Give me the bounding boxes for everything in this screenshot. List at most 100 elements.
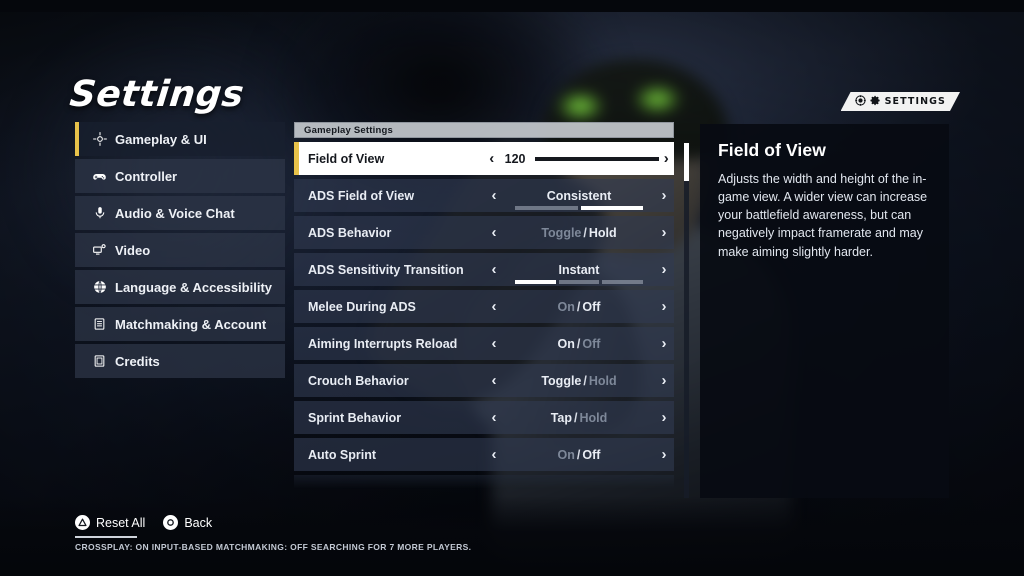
sidebar-item-controller[interactable]: Controller [75,159,285,193]
toggle-option-a[interactable]: Tap [551,411,572,425]
increase-arrow[interactable]: › [654,447,674,462]
decrease-arrow[interactable]: ‹ [484,262,504,277]
list-header: Gameplay Settings [294,122,674,138]
toggle-option-a[interactable]: On [558,300,575,314]
decrease-arrow[interactable]: ‹ [484,373,504,388]
setting-label: Aiming Interrupts Reload [308,336,458,351]
setting-row-ads-behavior[interactable]: ADS Behavior ‹ Toggle / Hold › [294,216,674,249]
description-body: Adjusts the width and height of the in-g… [718,172,928,259]
toggle-separator: / [583,225,587,240]
sidebar-item-label: Controller [115,168,178,184]
sidebar-item-gameplay-ui[interactable]: Gameplay & UI [75,122,285,156]
toggle-option-b[interactable]: Off [582,337,600,351]
bottom-divider [75,536,137,538]
status-line: CROSSPLAY: ON INPUT-BASED MATCHMAKING: O… [75,542,472,552]
increase-arrow[interactable]: › [654,410,674,425]
setting-label: Crouch Behavior [308,373,409,388]
setting-row-ads-sensitivity-transition[interactable]: ADS Sensitivity Transition ‹ Instant › [294,253,674,286]
toggle-option-b[interactable]: Hold [589,374,617,388]
gear-icon [870,93,881,111]
increase-arrow[interactable]: › [659,151,675,166]
sidebar-item-matchmaking-account[interactable]: Matchmaking & Account [75,307,285,341]
setting-value: Toggle / Hold [541,374,616,388]
setting-value-area[interactable]: On / Off [504,290,654,323]
toggle-separator: / [576,299,581,314]
game-logo-icon [855,93,866,111]
sidebar-item-language-accessibility[interactable]: Language & Accessibility [75,270,285,304]
toggle-option-b[interactable]: Hold [589,226,617,240]
segment-indicator [515,206,578,210]
toggle-option-b[interactable]: Off [582,448,600,462]
setting-value-area[interactable]: On / Off [504,327,654,360]
prompt-label: Back [184,515,213,530]
decrease-arrow[interactable]: ‹ [484,299,504,314]
sidebar-item-label: Matchmaking & Account [115,316,267,332]
setting-row-crouch-behavior[interactable]: Crouch Behavior ‹ Toggle / Hold › [294,364,674,397]
setting-value-area[interactable]: On / Off [504,438,654,471]
setting-value-area[interactable]: Toggle / Hold [504,216,654,249]
setting-label: ADS Field of View [308,188,415,203]
segment-indicator [580,206,643,210]
toggle-option-b[interactable]: Off [582,300,600,314]
toggle-option-a[interactable]: On [558,337,575,351]
setting-value: On / Off [558,448,601,462]
toggle-option-a[interactable]: On [558,448,575,462]
setting-row-aiming-interrupts-reload[interactable]: Aiming Interrupts Reload ‹ On / Off › [294,327,674,360]
setting-row-melee-during-ads[interactable]: Melee During ADS ‹ On / Off › [294,290,674,323]
setting-label: Melee During ADS [308,299,416,314]
settings-rows: Field of View ‹ 120 › ADS Field of View ‹ Cons… [294,142,674,504]
increase-arrow[interactable]: › [654,299,674,314]
toggle-separator: / [583,373,587,388]
setting-row-field-of-view[interactable]: Field of View ‹ 120 › [294,142,674,175]
decrease-arrow[interactable]: ‹ [484,410,504,425]
toggle-option-b[interactable]: Hold [580,411,608,425]
increase-arrow[interactable]: › [654,336,674,351]
setting-value-area[interactable]: Consistent [504,179,654,212]
increase-arrow[interactable]: › [654,373,674,388]
scrollbar-track[interactable] [684,143,689,498]
sidebar-item-label: Audio & Voice Chat [115,205,235,221]
triangle-button[interactable] [75,515,90,530]
circle-button[interactable] [163,515,179,530]
toggle-separator: / [574,410,578,425]
globe-icon [91,280,108,294]
prompt-reset-all[interactable]: Reset All [75,515,145,530]
setting-row-partial[interactable] [294,475,674,489]
fov-slider[interactable]: 120 [500,152,659,166]
toggle-option-a[interactable]: Toggle [541,374,581,388]
setting-value-area[interactable]: Instant [504,253,654,286]
page-title: Settings [67,74,247,115]
increase-arrow[interactable]: › [654,225,674,240]
slider-fill [534,156,659,161]
description-panel: Field of View Adjusts the width and heig… [700,124,949,498]
setting-value-area[interactable]: 120 [500,142,659,175]
setting-value: Toggle / Hold [541,226,616,240]
setting-value-area[interactable]: Tap / Hold [504,401,654,434]
setting-row-ads-field-of-view[interactable]: ADS Field of View ‹ Consistent › [294,179,674,212]
slider-track[interactable] [534,156,659,161]
setting-value: On / Off [558,300,601,314]
decrease-arrow[interactable]: ‹ [484,188,504,203]
setting-label: Auto Sprint [308,447,377,462]
increase-arrow[interactable]: › [654,188,674,203]
sidebar-item-audio-voice-chat[interactable]: Audio & Voice Chat [75,196,285,230]
scrollbar-thumb[interactable] [684,143,689,181]
sidebar-item-credits[interactable]: Credits [75,344,285,378]
crosshair-icon [91,132,108,146]
toggle-option-a[interactable]: Toggle [541,226,581,240]
decrease-arrow[interactable]: ‹ [484,447,504,462]
setting-row-sprint-behavior[interactable]: Sprint Behavior ‹ Tap / Hold › [294,401,674,434]
setting-row-auto-sprint[interactable]: Auto Sprint ‹ On / Off › [294,438,674,471]
decrease-arrow[interactable]: ‹ [484,225,504,240]
sidebar-item-video[interactable]: Video [75,233,285,267]
prompt-label: Reset All [96,515,146,530]
setting-value: 120 [504,151,526,166]
segment-indicator [515,280,556,284]
decrease-arrow[interactable]: ‹ [484,151,500,166]
increase-arrow[interactable]: › [654,262,674,277]
setting-value-area[interactable]: Toggle / Hold [504,364,654,397]
letterbox-top [0,0,1024,12]
prompt-back[interactable]: Back [163,515,212,530]
sidebar-item-label: Gameplay & UI [115,131,207,147]
decrease-arrow[interactable]: ‹ [484,336,504,351]
